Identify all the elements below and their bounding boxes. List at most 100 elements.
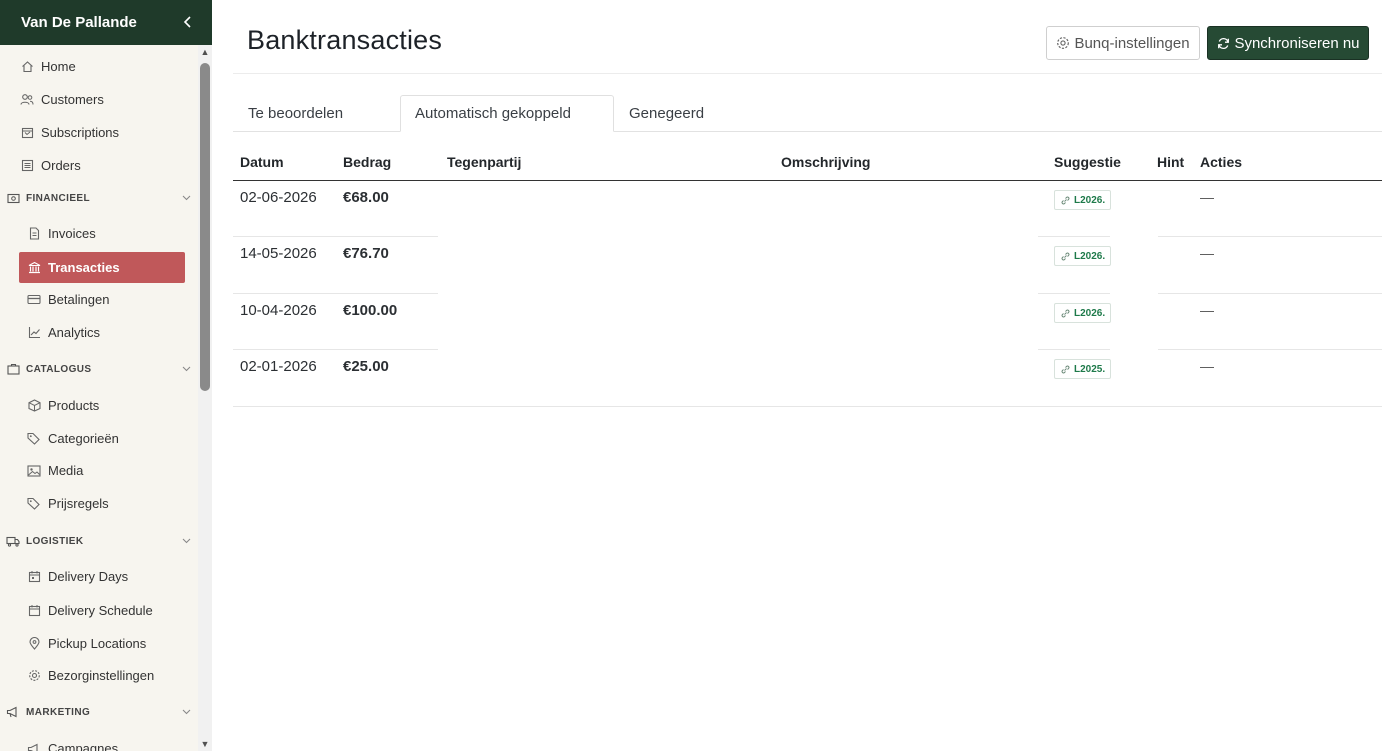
truck-icon [6,534,20,548]
column-header-acties[interactable]: Acties [1200,154,1242,170]
chevron-down-icon [180,535,192,547]
sidebar-item-label: Invoices [48,226,96,241]
scroll-down-arrow-icon[interactable]: ▼ [200,739,210,749]
sidebar-item-customers[interactable]: Customers [20,84,190,115]
sidebar-item-betalingen[interactable]: Betalingen [27,284,185,315]
tags-icon [27,432,41,446]
link-icon [1061,196,1070,205]
sidebar-item-delivery-schedule[interactable]: Delivery Schedule [27,595,185,626]
suggestion-badge[interactable]: L2025. [1054,359,1111,379]
cell-datum: 02-06-2026 [240,189,317,206]
bunq-settings-label: Bunq-instellingen [1074,34,1190,52]
sidebar-item-transacties[interactable]: Transacties [19,252,185,283]
bunq-settings-button[interactable]: Bunq-instellingen [1046,26,1200,60]
list-icon [20,159,34,173]
sidebar-item-orders[interactable]: Orders [20,150,190,181]
sidebar-item-label: Bezorginstellingen [48,668,155,683]
column-header-tegenpartij[interactable]: Tegenpartij [447,154,521,170]
gear-icon [27,669,41,683]
column-header-suggestie[interactable]: Suggestie [1054,154,1121,170]
file-icon [27,227,41,241]
row-divider [233,349,438,350]
sidebar-item-label: Products [48,398,100,413]
row-divider [1038,349,1110,350]
chevron-down-icon [180,192,192,204]
sidebar-item-categorieen[interactable]: Categorieën [27,423,185,454]
scrollbar-thumb[interactable] [200,63,210,391]
cell-bedrag: €68.00 [343,189,389,206]
sidebar-item-label: Transacties [48,260,120,275]
sidebar-item-label: Analytics [48,325,101,340]
sidebar-item-prijsregels[interactable]: Prijsregels [27,488,185,519]
scroll-up-arrow-icon[interactable]: ▲ [200,47,210,57]
sidebar-item-label: Categorieën [48,431,119,446]
section-financieel[interactable]: FINANCIEEL [6,186,192,210]
sidebar-item-subscriptions[interactable]: Subscriptions [20,117,190,148]
sidebar-item-delivery-days[interactable]: Delivery Days [27,561,185,592]
chevron-left-icon [183,16,191,28]
section-label: CATALOGUS [26,363,92,375]
sidebar-item-media[interactable]: Media [27,455,185,486]
sync-now-label: Synchroniseren nu [1234,34,1360,52]
sidebar-item-label: Prijsregels [48,496,109,511]
main-content: Banktransacties Bunq-instellingen Synchr… [212,0,1400,751]
section-logistiek[interactable]: LOGISTIEK [6,529,192,553]
chevron-down-icon [180,706,192,718]
sidebar-scrollbar[interactable]: ▲ ▼ [198,45,212,751]
suggestion-code: L2026. [1074,307,1106,319]
calendar-icon [27,570,41,584]
cell-acties: — [1200,302,1214,318]
money-icon [6,191,20,205]
sidebar-item-analytics[interactable]: Analytics [27,317,185,348]
tab-automatisch-gekoppeld[interactable]: Automatisch gekoppeld [400,95,614,132]
section-marketing[interactable]: MARKETING [6,700,192,724]
table-bottom-divider [233,406,1382,407]
column-header-datum[interactable]: Datum [240,154,284,170]
sidebar-item-label: Delivery Schedule [48,603,153,618]
sidebar-item-campagnes[interactable]: Campagnes [27,733,185,751]
tab-genegeerd[interactable]: Genegeerd [629,95,704,132]
cell-datum: 14-05-2026 [240,245,317,262]
link-icon [1061,252,1070,261]
sidebar-item-invoices[interactable]: Invoices [27,218,185,249]
bank-icon [27,261,41,275]
header-divider [233,73,1382,74]
brand-title: Van De Pallande [21,14,137,31]
suggestion-badge[interactable]: L2026. [1054,190,1111,210]
sync-now-button[interactable]: Synchroniseren nu [1207,26,1369,60]
column-header-hint[interactable]: Hint [1157,154,1184,170]
suggestion-badge[interactable]: L2026. [1054,303,1111,323]
column-header-bedrag[interactable]: Bedrag [343,154,391,170]
sidebar: Van De Pallande Home Customers Subscript… [0,0,212,751]
cell-acties: — [1200,189,1214,205]
sidebar-item-label: Home [41,59,76,74]
gear-icon [1056,36,1070,50]
page-title: Banktransacties [247,25,443,55]
sidebar-item-bezorginstellingen[interactable]: Bezorginstellingen [27,660,185,691]
row-divider [233,293,438,294]
sidebar-item-label: Subscriptions [41,125,120,140]
chevron-down-icon [180,363,192,375]
suggestion-code: L2026. [1074,250,1106,262]
row-divider [1038,293,1110,294]
column-header-omschrijving[interactable]: Omschrijving [781,154,870,170]
tab-te-beoordelen[interactable]: Te beoordelen [248,95,343,132]
row-divider [1038,236,1110,237]
calendar-check-icon [20,126,34,140]
sidebar-item-label: Media [48,463,84,478]
sidebar-item-products[interactable]: Products [27,390,185,421]
credit-card-icon [27,293,41,307]
home-icon [20,60,34,74]
sidebar-nav: Home Customers Subscriptions Orders FINA… [0,45,198,751]
sidebar-item-pickup-locations[interactable]: Pickup Locations [27,628,185,659]
image-icon [27,464,41,478]
users-icon [20,93,34,107]
section-label: MARKETING [26,706,91,718]
suggestion-badge[interactable]: L2026. [1054,246,1111,266]
row-divider [1158,293,1382,294]
cell-datum: 02-01-2026 [240,358,317,375]
collapse-sidebar-button[interactable] [178,12,198,32]
sidebar-item-home[interactable]: Home [20,51,190,82]
megaphone-icon [27,742,41,751]
section-catalogus[interactable]: CATALOGUS [6,357,192,381]
